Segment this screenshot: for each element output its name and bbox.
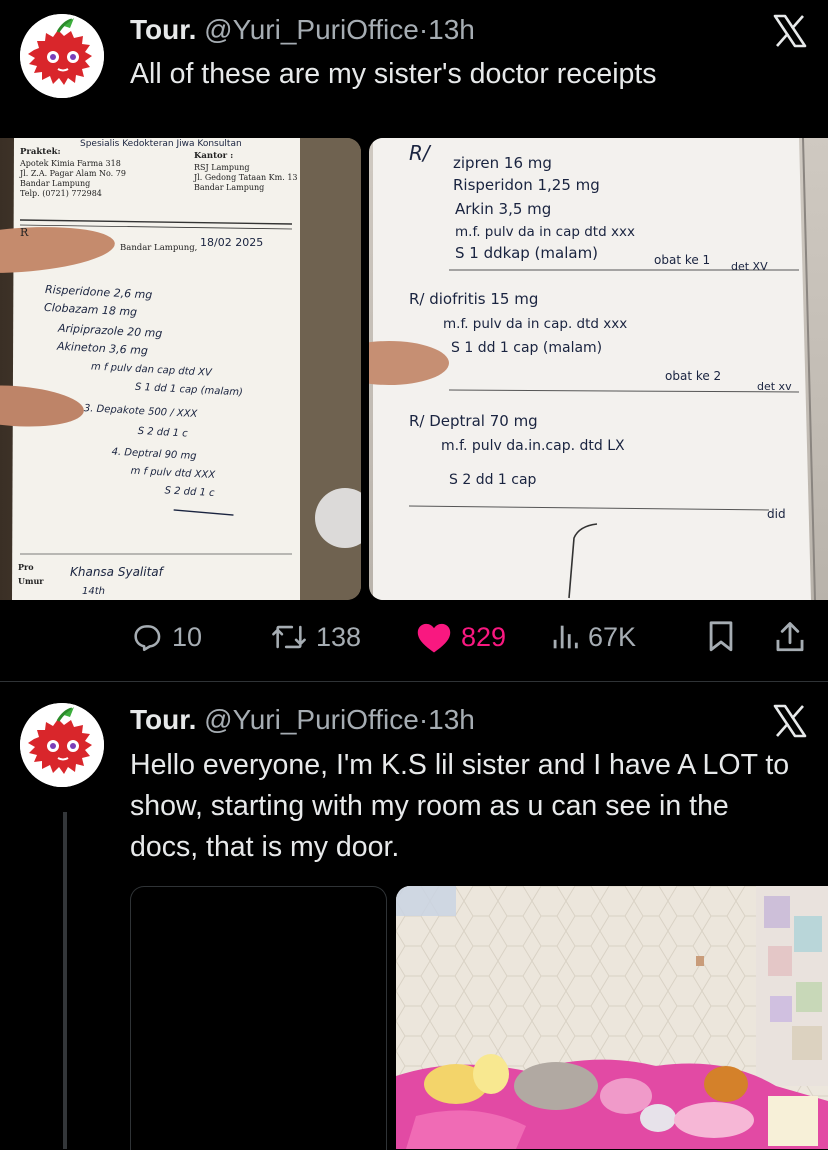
handle[interactable]: @Yuri_PuriOffice: [204, 704, 419, 735]
media-photo-left[interactable]: Spesialis Kedokteran Jiwa Konsultan Prak…: [0, 138, 361, 600]
rx-note: obat ke 1: [654, 253, 710, 267]
rx-note: obat ke 2: [665, 369, 721, 383]
rx-line: S 2 dd 1 cap: [449, 472, 537, 488]
rx-note: det xv: [757, 380, 792, 393]
receipt-date: 18/02 2025: [200, 236, 263, 249]
rx-note: did: [767, 507, 786, 521]
praktek-line: Apotek Kimia Farma 318: [19, 159, 121, 168]
tweet-header: Tour. @Yuri_PuriOffice·13h: [130, 704, 475, 736]
rx-line: S 1 dd 1 cap (malam): [451, 340, 602, 356]
avatar[interactable]: [20, 703, 104, 787]
reply-icon: [134, 625, 161, 652]
patient-name: Khansa Syalitaf: [70, 565, 165, 579]
views-button[interactable]: 67K: [550, 615, 636, 659]
rx-line: R/ diofritis 15 mg: [409, 290, 538, 308]
handle[interactable]: @Yuri_PuriOffice: [204, 14, 419, 45]
media-photo-room[interactable]: [396, 886, 828, 1149]
praktek-label: Praktek:: [20, 147, 61, 157]
tweet-text: Hello everyone, I'm K.S lil sister and I…: [130, 749, 790, 863]
praktek-line: Telp. (0721) 772984: [20, 189, 102, 198]
receipt-header: Spesialis Kedokteran Jiwa Konsultan: [80, 139, 242, 149]
reply-count: 10: [172, 621, 203, 652]
like-button[interactable]: 829: [415, 615, 506, 659]
rx-line: m.f. pulv da in cap dtd xxx: [455, 224, 635, 240]
patient-label: Pro: [18, 562, 34, 572]
rx-line: zipren 16 mg: [453, 154, 552, 172]
rx-note: det XV: [731, 260, 768, 273]
views-icon: [553, 625, 578, 649]
tweet-2: Tour. @Yuri_PuriOffice·13h Hello everyon…: [0, 682, 828, 1150]
thread-connector-line: [63, 812, 67, 1149]
tweet-text: All of these are my sister's doctor rece…: [130, 58, 657, 90]
tweet-header: Tour. @Yuri_PuriOffice·13h: [130, 14, 475, 46]
rx-symbol: R/: [409, 141, 432, 165]
timestamp[interactable]: 13h: [428, 704, 475, 735]
rx-line: m.f. pulv da.in.cap. dtd LX: [441, 438, 625, 454]
reply-button[interactable]: 10: [130, 615, 202, 659]
share-icon: [776, 622, 804, 652]
patient-age: 14th: [82, 586, 105, 597]
media-photo-right[interactable]: R/ zipren 16 mg Risperidon 1,25 mg Arkin…: [369, 138, 828, 600]
kantor-line: RSJ Lampung: [194, 163, 249, 172]
rx-line: m.f. pulv da in cap. dtd xxx: [443, 316, 627, 332]
praktek-line: Jl. Z.A. Pagar Alam No. 79: [19, 169, 126, 178]
kantor-label: Kantor :: [194, 151, 233, 161]
share-button[interactable]: [774, 615, 814, 659]
retweet-button[interactable]: 138: [270, 615, 361, 659]
rx-symbol: R: [20, 226, 29, 239]
retweet-icon: [272, 625, 306, 649]
praktek-line: Bandar Lampung: [20, 179, 90, 188]
display-name[interactable]: Tour.: [130, 704, 196, 735]
heart-icon: [417, 623, 451, 653]
avatar[interactable]: [20, 14, 104, 98]
views-count: 67K: [588, 621, 637, 652]
retweet-count: 138: [316, 621, 362, 652]
rx-line: S 1 ddkap (malam): [455, 244, 598, 262]
city-label: Bandar Lampung,: [120, 243, 197, 253]
timestamp[interactable]: 13h: [428, 14, 475, 45]
tweet-1: Tour. @Yuri_PuriOffice·13h All of these …: [0, 0, 828, 681]
rx-line: Risperidon 1,25 mg: [453, 176, 600, 194]
rx-line: R/ Deptral 70 mg: [409, 412, 538, 430]
bookmark-icon: [709, 621, 733, 652]
media-photo-dark[interactable]: [130, 886, 387, 1150]
bookmark-button[interactable]: [706, 615, 744, 659]
tweet-action-bar: 10 138 829 67K: [130, 615, 810, 659]
x-logo-icon: [772, 14, 808, 48]
separator: ·: [418, 14, 429, 45]
rx-line: Arkin 3,5 mg: [455, 200, 551, 218]
kantor-line: Jl. Gedong Tataan Km. 13: [193, 173, 298, 182]
like-count: 829: [461, 621, 507, 652]
x-logo-icon: [772, 704, 808, 738]
age-label: Umur: [18, 576, 44, 586]
kantor-line: Bandar Lampung: [194, 183, 264, 192]
separator: ·: [418, 704, 429, 735]
display-name[interactable]: Tour.: [130, 14, 196, 45]
